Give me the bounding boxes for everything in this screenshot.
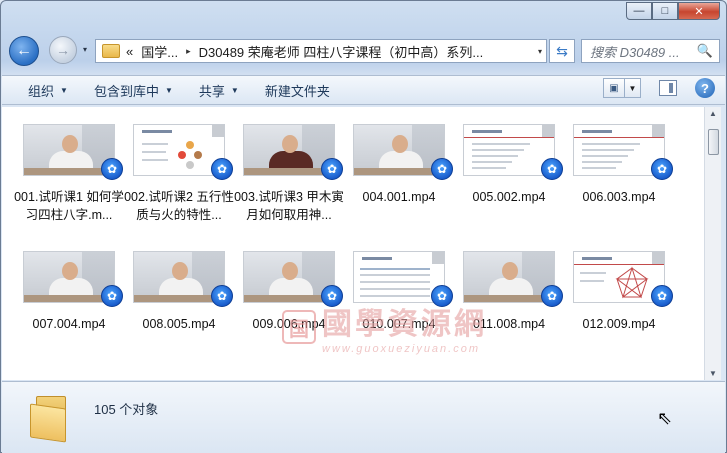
video-thumbnail[interactable]: ✿ xyxy=(463,124,563,180)
new-folder-button[interactable]: 新建文件夹 xyxy=(265,81,330,100)
preview-pane-icon[interactable] xyxy=(659,80,677,96)
file-item[interactable]: ✿ 008.005.mp4 xyxy=(124,250,234,333)
navigation-bar: ← → ▾ « 国学... ▸ D30489 荣庵老师 四柱八字课程（初中高）系… xyxy=(9,35,720,66)
command-bar: 组织 ▼ 包含到库中 ▼ 共享 ▼ 新建文件夹 ▣ ▼ ? xyxy=(2,75,725,105)
help-button[interactable]: ? xyxy=(695,78,715,98)
scroll-up-icon[interactable]: ▲ xyxy=(709,109,717,118)
dropdown-arrow-icon: ▼ xyxy=(164,85,173,95)
media-player-badge-icon: ✿ xyxy=(541,158,563,180)
scroll-down-icon[interactable]: ▼ xyxy=(709,369,717,378)
media-player-badge-icon: ✿ xyxy=(101,285,123,307)
breadcrumb-item-root[interactable]: 国学... xyxy=(141,42,178,61)
organize-label: 组织 xyxy=(28,83,55,99)
file-name[interactable]: 007.004.mp4 xyxy=(14,315,124,333)
dropdown-arrow-icon: ▼ xyxy=(60,85,68,95)
media-player-badge-icon: ✿ xyxy=(321,158,343,180)
share-menu[interactable]: 共享 ▼ xyxy=(199,81,239,100)
file-item[interactable]: ✿ 011.008.mp4 xyxy=(454,250,564,333)
caption-buttons: — □ ✕ xyxy=(626,2,720,20)
address-dropdown-icon[interactable]: ▾ xyxy=(538,47,542,56)
minimize-button[interactable]: — xyxy=(626,2,652,20)
file-item[interactable]: ✿ 010.007.mp4 xyxy=(344,250,454,333)
toolbar-right: ▣ ▼ ? xyxy=(603,78,725,98)
breadcrumb-separator-icon[interactable]: ▸ xyxy=(186,46,191,57)
folder-icon xyxy=(30,396,74,443)
forward-button[interactable]: → xyxy=(49,36,77,64)
media-player-badge-icon: ✿ xyxy=(211,158,233,180)
file-item[interactable]: ✿ 003.试听课3 甲木寅月如何取用神... xyxy=(234,123,344,224)
media-player-badge-icon: ✿ xyxy=(101,158,123,180)
search-icon[interactable]: 🔍 xyxy=(697,43,713,59)
file-item[interactable]: ✿ 012.009.mp4 xyxy=(564,250,674,333)
file-name[interactable]: 009.006.mp4 xyxy=(234,315,344,333)
video-thumbnail[interactable]: ✿ xyxy=(463,251,563,307)
media-player-badge-icon: ✿ xyxy=(431,158,453,180)
item-count: 105 个对象 xyxy=(94,402,159,417)
view-options-dropdown[interactable]: ▼ xyxy=(625,78,641,98)
file-grid: ✿ 001.试听课1 如何学习四柱八字.m... ✿ 002.试听课2 五行性质与火的… xyxy=(14,123,674,333)
video-thumbnail[interactable]: ✿ xyxy=(23,251,123,307)
file-item[interactable]: ✿ 006.003.mp4 xyxy=(564,123,674,224)
vertical-scrollbar[interactable]: ▲ ▼ xyxy=(704,107,721,380)
share-label: 共享 xyxy=(198,83,225,99)
watermark-url: www.guoxueziyuan.com xyxy=(322,343,481,355)
dropdown-arrow-icon: ▼ xyxy=(230,85,239,95)
video-thumbnail[interactable]: ✿ xyxy=(243,124,343,180)
video-thumbnail[interactable]: ✿ xyxy=(133,251,233,307)
address-bar[interactable]: « 国学... ▸ D30489 荣庵老师 四柱八字课程（初中高）系列... ▾ xyxy=(95,39,547,63)
video-thumbnail[interactable]: ✿ xyxy=(353,124,453,180)
file-list[interactable]: ✿ 001.试听课1 如何学习四柱八字.m... ✿ 002.试听课2 五行性质与火的… xyxy=(2,107,704,380)
media-player-badge-icon: ✿ xyxy=(431,285,453,307)
file-item[interactable]: ✿ 001.试听课1 如何学习四柱八字.m... xyxy=(14,123,124,224)
file-name[interactable]: 008.005.mp4 xyxy=(124,315,234,333)
file-item[interactable]: ✿ 005.002.mp4 xyxy=(454,123,564,224)
breadcrumb-item-current[interactable]: D30489 荣庵老师 四柱八字课程（初中高）系列... xyxy=(199,42,484,61)
scroll-thumb[interactable] xyxy=(708,129,719,155)
folder-icon xyxy=(102,44,120,58)
recent-pages-dropdown[interactable]: ▾ xyxy=(83,45,87,54)
file-item[interactable]: ✿ 009.006.mp4 xyxy=(234,250,344,333)
file-item[interactable]: ✿ 007.004.mp4 xyxy=(14,250,124,333)
back-button[interactable]: ← xyxy=(9,36,39,66)
details-pane: 105 个对象 ⇖ xyxy=(2,381,725,453)
media-player-badge-icon: ✿ xyxy=(541,285,563,307)
file-name[interactable]: 010.007.mp4 xyxy=(344,315,454,333)
mouse-cursor-icon: ⇖ xyxy=(657,408,673,428)
file-item[interactable]: ✿ 002.试听课2 五行性质与火的特性... xyxy=(124,123,234,224)
video-thumbnail[interactable]: ✿ xyxy=(573,251,673,307)
change-view-button[interactable]: ▣ xyxy=(603,78,625,98)
video-thumbnail[interactable]: ✿ xyxy=(353,251,453,307)
new-folder-label: 新建文件夹 xyxy=(264,83,330,99)
file-name[interactable]: 002.试听课2 五行性质与火的特性... xyxy=(124,188,234,224)
video-thumbnail[interactable]: ✿ xyxy=(243,251,343,307)
file-name[interactable]: 004.001.mp4 xyxy=(344,188,454,206)
video-thumbnail[interactable]: ✿ xyxy=(23,124,123,180)
maximize-button[interactable]: □ xyxy=(652,2,678,20)
video-thumbnail[interactable]: ✿ xyxy=(573,124,673,180)
file-name[interactable]: 012.009.mp4 xyxy=(564,315,674,333)
file-name[interactable]: 006.003.mp4 xyxy=(564,188,674,206)
breadcrumb-overflow[interactable]: « xyxy=(126,44,133,59)
refresh-button[interactable]: ⇆ xyxy=(549,39,575,63)
close-button[interactable]: ✕ xyxy=(678,2,720,20)
file-name[interactable]: 003.试听课3 甲木寅月如何取用神... xyxy=(234,188,344,224)
include-library-label: 包含到库中 xyxy=(93,83,159,99)
file-item[interactable]: ✿ 004.001.mp4 xyxy=(344,123,454,224)
search-placeholder: 搜索 D30489 ... xyxy=(590,44,680,60)
media-player-badge-icon: ✿ xyxy=(651,158,673,180)
file-name[interactable]: 011.008.mp4 xyxy=(454,315,564,333)
media-player-badge-icon: ✿ xyxy=(321,285,343,307)
media-player-badge-icon: ✿ xyxy=(651,285,673,307)
organize-menu[interactable]: 组织 ▼ xyxy=(28,81,68,100)
explorer-window: — □ ✕ ← → ▾ « 国学... ▸ D30489 荣庵老师 四柱八字课程… xyxy=(0,0,727,453)
media-player-badge-icon: ✿ xyxy=(211,285,233,307)
include-in-library-menu[interactable]: 包含到库中 ▼ xyxy=(94,81,173,100)
file-name[interactable]: 001.试听课1 如何学习四柱八字.m... xyxy=(14,188,124,224)
file-name[interactable]: 005.002.mp4 xyxy=(454,188,564,206)
video-thumbnail[interactable]: ✿ xyxy=(133,124,233,180)
search-input[interactable]: 搜索 D30489 ... 🔍 xyxy=(581,39,720,63)
